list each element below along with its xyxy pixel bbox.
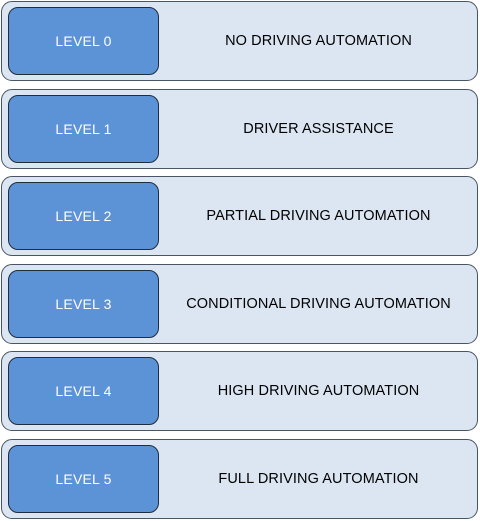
level-description: FULL DRIVING AUTOMATION: [218, 471, 419, 487]
level-description: DRIVER ASSISTANCE: [243, 121, 394, 137]
level-label-box: LEVEL 5: [8, 445, 159, 513]
level-row-1: LEVEL 1 DRIVER ASSISTANCE: [1, 89, 478, 169]
level-description: CONDITIONAL DRIVING AUTOMATION: [186, 296, 451, 312]
automation-levels-diagram: LEVEL 0 NO DRIVING AUTOMATION LEVEL 1 DR…: [0, 0, 480, 521]
level-row-0: LEVEL 0 NO DRIVING AUTOMATION: [1, 1, 478, 81]
level-label-box: LEVEL 2: [8, 182, 159, 250]
level-row-4: LEVEL 4 HIGH DRIVING AUTOMATION: [1, 351, 478, 431]
level-description: NO DRIVING AUTOMATION: [225, 33, 412, 49]
level-label-box: LEVEL 0: [8, 7, 159, 75]
level-label-box: LEVEL 3: [8, 270, 159, 338]
level-label-box: LEVEL 4: [8, 357, 159, 425]
level-row-2: LEVEL 2 PARTIAL DRIVING AUTOMATION: [1, 176, 478, 256]
level-description: PARTIAL DRIVING AUTOMATION: [206, 208, 431, 224]
level-label-box: LEVEL 1: [8, 95, 159, 163]
level-description: HIGH DRIVING AUTOMATION: [217, 383, 420, 399]
level-row-5: LEVEL 5 FULL DRIVING AUTOMATION: [1, 439, 478, 519]
level-row-3: LEVEL 3 CONDITIONAL DRIVING AUTOMATION: [1, 264, 478, 344]
